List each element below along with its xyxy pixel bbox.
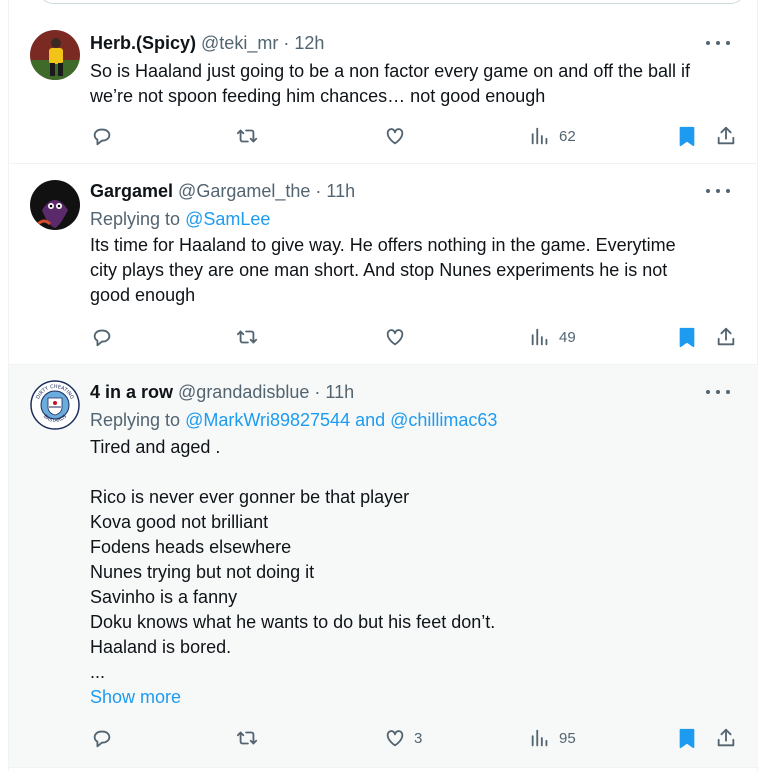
tweet-text-line: So is Haaland just going to be a non fac…	[90, 61, 691, 81]
heart-icon	[386, 128, 404, 145]
tweet-text-line: Savinho is a fanny	[90, 587, 238, 607]
tweet-text-line: Fodens heads elsewhere	[90, 537, 292, 557]
bookmark-icon	[679, 728, 695, 749]
display-name[interactable]: 4 in a row	[90, 382, 173, 403]
tweet-text-line: Tired and aged .	[90, 437, 221, 457]
tweet-header: 4 in a row @grandadisblue · 11h	[90, 380, 748, 404]
user-handle[interactable]: @teki_mr	[201, 33, 278, 54]
tweet-text: Tired and aged . Rico is never ever gonn…	[90, 435, 746, 685]
views-button[interactable]: 49	[529, 324, 576, 350]
views-icon	[531, 328, 548, 346]
display-name[interactable]: Gargamel	[90, 181, 173, 202]
replying-to-link[interactable]: @SamLee	[185, 209, 270, 229]
retweet-icon	[236, 129, 258, 143]
bookmark-button[interactable]	[676, 123, 698, 149]
tweet-text-line: we’re not spoon feeding him chances… not…	[90, 86, 546, 106]
share-button[interactable]	[715, 123, 737, 149]
tweet-text-line: Doku knows what he wants to do but his f…	[90, 612, 496, 632]
action-bar: 49	[9, 324, 758, 350]
views-button[interactable]: 95	[529, 725, 576, 751]
retweet-button[interactable]	[236, 725, 258, 751]
tweet-text-line: city plays they are one man short. And s…	[90, 260, 668, 280]
tweet-text-blank-line	[90, 460, 746, 485]
tweet-header: Gargamel @Gargamel_the · 11h	[90, 179, 748, 203]
tweet-text-line: Its time for Haaland to give way. He off…	[90, 235, 676, 255]
tweet-gargamel[interactable]: Gargamel @Gargamel_the · 11h Replying to…	[9, 164, 758, 365]
tweet-herb[interactable]: Herb.(Spicy) @teki_mr · 12h So is Haalan…	[9, 17, 758, 164]
reply-icon	[93, 128, 111, 146]
bookmark-icon	[679, 327, 695, 348]
reply-button[interactable]	[91, 324, 113, 350]
view-count: 62	[559, 127, 576, 145]
share-icon	[717, 327, 735, 346]
user-handle[interactable]: @grandadisblue	[178, 382, 309, 403]
share-icon	[717, 728, 735, 747]
views-button[interactable]: 62	[529, 123, 576, 149]
show-more-link[interactable]: Show more	[90, 685, 181, 710]
views-icon	[531, 729, 548, 747]
heart-icon	[386, 329, 404, 346]
heart-icon	[386, 730, 404, 747]
retweet-icon	[236, 731, 258, 745]
timestamp[interactable]: 11h	[325, 382, 354, 403]
user-handle[interactable]: @Gargamel_the	[178, 181, 310, 202]
tweet-text-line: Haaland is bored.	[90, 637, 232, 657]
replying-to-link[interactable]: @MarkWri89827544 and @chillimac63	[185, 410, 497, 430]
like-count: 3	[414, 729, 423, 747]
separator-dot: ·	[283, 32, 290, 53]
bookmark-icon	[679, 126, 695, 147]
display-name[interactable]: Herb.(Spicy)	[90, 33, 196, 54]
share-button[interactable]	[715, 324, 737, 350]
tweet-text-line: good enough	[90, 285, 196, 305]
tweet-4inarow[interactable]: DIRTY CHEATING BASTARDS 4 in a row @gran…	[9, 365, 758, 768]
more-icon[interactable]	[706, 181, 730, 201]
bookmark-button[interactable]	[676, 725, 698, 751]
like-button[interactable]	[384, 324, 414, 350]
retweet-button[interactable]	[236, 324, 258, 350]
tweet-text-line: ...	[90, 662, 106, 682]
like-button[interactable]: 3	[384, 725, 422, 751]
replying-to: Replying to @MarkWri89827544 and @chilli…	[90, 408, 497, 433]
views-icon	[531, 127, 548, 145]
tweet-text-line: Rico is never ever gonner be that player	[90, 487, 410, 507]
timeline: Herb.(Spicy) @teki_mr · 12h So is Haalan…	[8, 0, 758, 771]
reply-icon	[93, 329, 111, 347]
reply-icon	[93, 730, 111, 748]
timestamp[interactable]: 12h	[294, 33, 324, 54]
avatar[interactable]: DIRTY CHEATING BASTARDS	[30, 380, 80, 430]
share-icon	[717, 126, 735, 145]
tweet-text-line: Kova good not brilliant	[90, 512, 269, 532]
retweet-icon	[236, 330, 258, 344]
reply-button[interactable]	[91, 725, 113, 751]
view-count: 49	[559, 328, 576, 346]
like-button[interactable]	[384, 123, 414, 149]
retweet-button[interactable]	[236, 123, 258, 149]
tweet-text-line: Nunes trying but not doing it	[90, 562, 315, 582]
separator-dot: ·	[314, 381, 321, 402]
previous-tweet-box-edge	[39, 0, 745, 4]
more-icon[interactable]	[706, 33, 730, 53]
tweet-text: Its time for Haaland to give way. He off…	[90, 233, 746, 308]
replying-prefix: Replying to	[90, 209, 186, 229]
tweet-header: Herb.(Spicy) @teki_mr · 12h	[90, 31, 748, 55]
avatar[interactable]	[30, 180, 80, 230]
replying-prefix: Replying to	[90, 410, 186, 430]
bookmark-button[interactable]	[676, 324, 698, 350]
replying-to: Replying to @SamLee	[90, 207, 270, 232]
more-icon[interactable]	[706, 382, 730, 402]
action-bar: 3 95	[9, 725, 758, 751]
share-button[interactable]	[715, 725, 737, 751]
tweet-text: So is Haaland just going to be a non fac…	[90, 59, 746, 109]
action-bar: 62	[9, 123, 758, 149]
view-count: 95	[559, 729, 576, 747]
separator-dot: ·	[315, 180, 322, 201]
timestamp[interactable]: 11h	[326, 181, 355, 202]
reply-button[interactable]	[91, 123, 113, 149]
avatar[interactable]	[30, 30, 80, 80]
